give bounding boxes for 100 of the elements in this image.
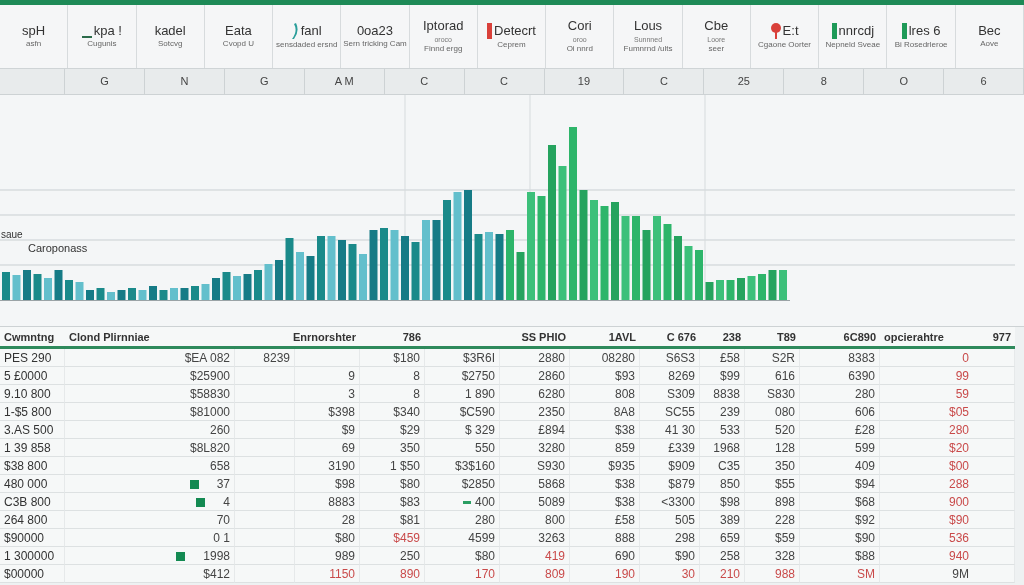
column-header[interactable]: G [224,69,305,94]
ribbon-command[interactable]: fanl [300,23,322,39]
ribbon-command[interactable]: Detecrt [494,23,536,39]
underline-icon [81,36,92,39]
table-cell: $93 [570,367,640,385]
ribbon-command[interactable]: spH [22,23,46,39]
column-header[interactable]: C [384,69,465,94]
ribbon-command[interactable]: Lous [633,19,663,34]
column-header[interactable]: N [144,69,225,94]
ribbon-command[interactable]: lres 6 [908,23,941,39]
table-cell: $340 [360,403,425,421]
table-cell: £58 [700,349,745,367]
empty-cell [235,367,295,385]
table-cell: S930 [500,457,570,475]
table-cell: $80 [425,547,500,565]
table-cell: 170 [425,565,500,583]
table-cell: 328 [745,547,800,565]
table-cell: 6280 [500,385,570,403]
table-cell: 30 [640,565,700,583]
table-cell: $98 [295,475,360,493]
table-cell: $90 [880,511,1015,529]
table-cell: 298 [640,529,700,547]
table-cell: 8838 [700,385,745,403]
column-header[interactable]: G [65,69,145,94]
table-cell: $80 [360,475,425,493]
ribbon-group-label: Fumnrnd /ults [623,44,673,54]
ribbon-group-label: Cugunis [87,40,117,50]
table-cell: 2350 [500,403,570,421]
table-cell: 280 [880,421,1015,439]
ribbon-command[interactable]: nnrcdj [838,23,875,39]
table-cell: $398 [295,403,360,421]
bar-icon [487,23,493,40]
ribbon-command[interactable]: kadel [154,23,186,39]
table-cell: $3$160 [425,457,500,475]
table-cell: $88 [800,547,880,565]
chart-title: saue [1,228,23,242]
table-cell: $935 [570,457,640,475]
table-cell: 989 [295,547,360,565]
table-cell: $00 [880,457,1015,475]
table-cell: $94 [800,475,880,493]
table-cell: 1-$5 800 [0,403,65,421]
empty-cell [235,565,295,583]
table-cell: $55 [745,475,800,493]
ribbon-group-label: Oi nnrd [566,44,593,54]
ribbon-command[interactable]: Cori [567,19,592,34]
ribbon-group-label: Cgaone Oorter [758,41,811,50]
table-cell: $8L820 [65,439,235,457]
ribbon-command[interactable]: Bec [978,23,1001,39]
column-header[interactable]: 19 [544,69,625,94]
table-cell: 258 [700,547,745,565]
ribbon-command[interactable]: Cbe [704,19,729,34]
column-heading: Enrnorshter [235,327,360,349]
table-cell: $180 [360,349,425,367]
table-cell: C3B 800 [0,493,65,511]
table-cell: 988 [745,565,800,583]
table-cell: 900 [880,493,1015,511]
table-cell: 59 [880,385,1015,403]
column-header[interactable]: C [624,69,705,94]
column-header[interactable]: 6 [944,69,1024,94]
ribbon-command[interactable]: Eata [225,23,252,39]
table-cell: 70 [65,511,235,529]
ribbon-command[interactable]: kpa ! [93,23,122,39]
table-cell: 658 [65,457,235,475]
table-cell: $C590 [425,403,500,421]
bar-icon [901,23,907,40]
table-cell: 520 [745,421,800,439]
table-cell: 128 [745,439,800,457]
table-cell: $879 [640,475,700,493]
ribbon-command[interactable]: Iptorad [423,19,464,34]
table-cell: 6390 [800,367,880,385]
column-header[interactable]: 8 [784,69,865,94]
table-cell: $38 [570,421,640,439]
table-cell: 28 [295,511,360,529]
table-cell: $2750 [425,367,500,385]
column-header[interactable]: O [864,69,945,94]
table-cell: 1 890 [425,385,500,403]
table-cell: $29 [360,421,425,439]
column-header[interactable]: 25 [704,69,785,94]
empty-cell [235,421,295,439]
ribbon-group-label: Aove [980,40,999,50]
table-cell: SM [800,565,880,583]
table-cell: 898 [745,493,800,511]
table-cell: 3.AS 500 [0,421,65,439]
table-cell: 859 [570,439,640,457]
table-cell: £894 [500,421,570,439]
table-cell: 536 [880,529,1015,547]
table-cell: $80 [295,529,360,547]
table-cell: 99 [880,367,1015,385]
table-cell: C35 [700,457,745,475]
ribbon-command[interactable]: E:t [782,23,799,39]
column-header[interactable]: A M [304,69,385,94]
column-heading: 786 [360,327,425,349]
table-cell: 690 [570,547,640,565]
table-cell: £339 [640,439,700,457]
table-cell: £58 [570,511,640,529]
ribbon-group-label: asfn [26,40,42,50]
table-cell: 250 [360,547,425,565]
table-cell: $9 [295,421,360,439]
ribbon-command[interactable]: 0oa23 [356,23,394,39]
column-header[interactable]: C [464,69,545,94]
